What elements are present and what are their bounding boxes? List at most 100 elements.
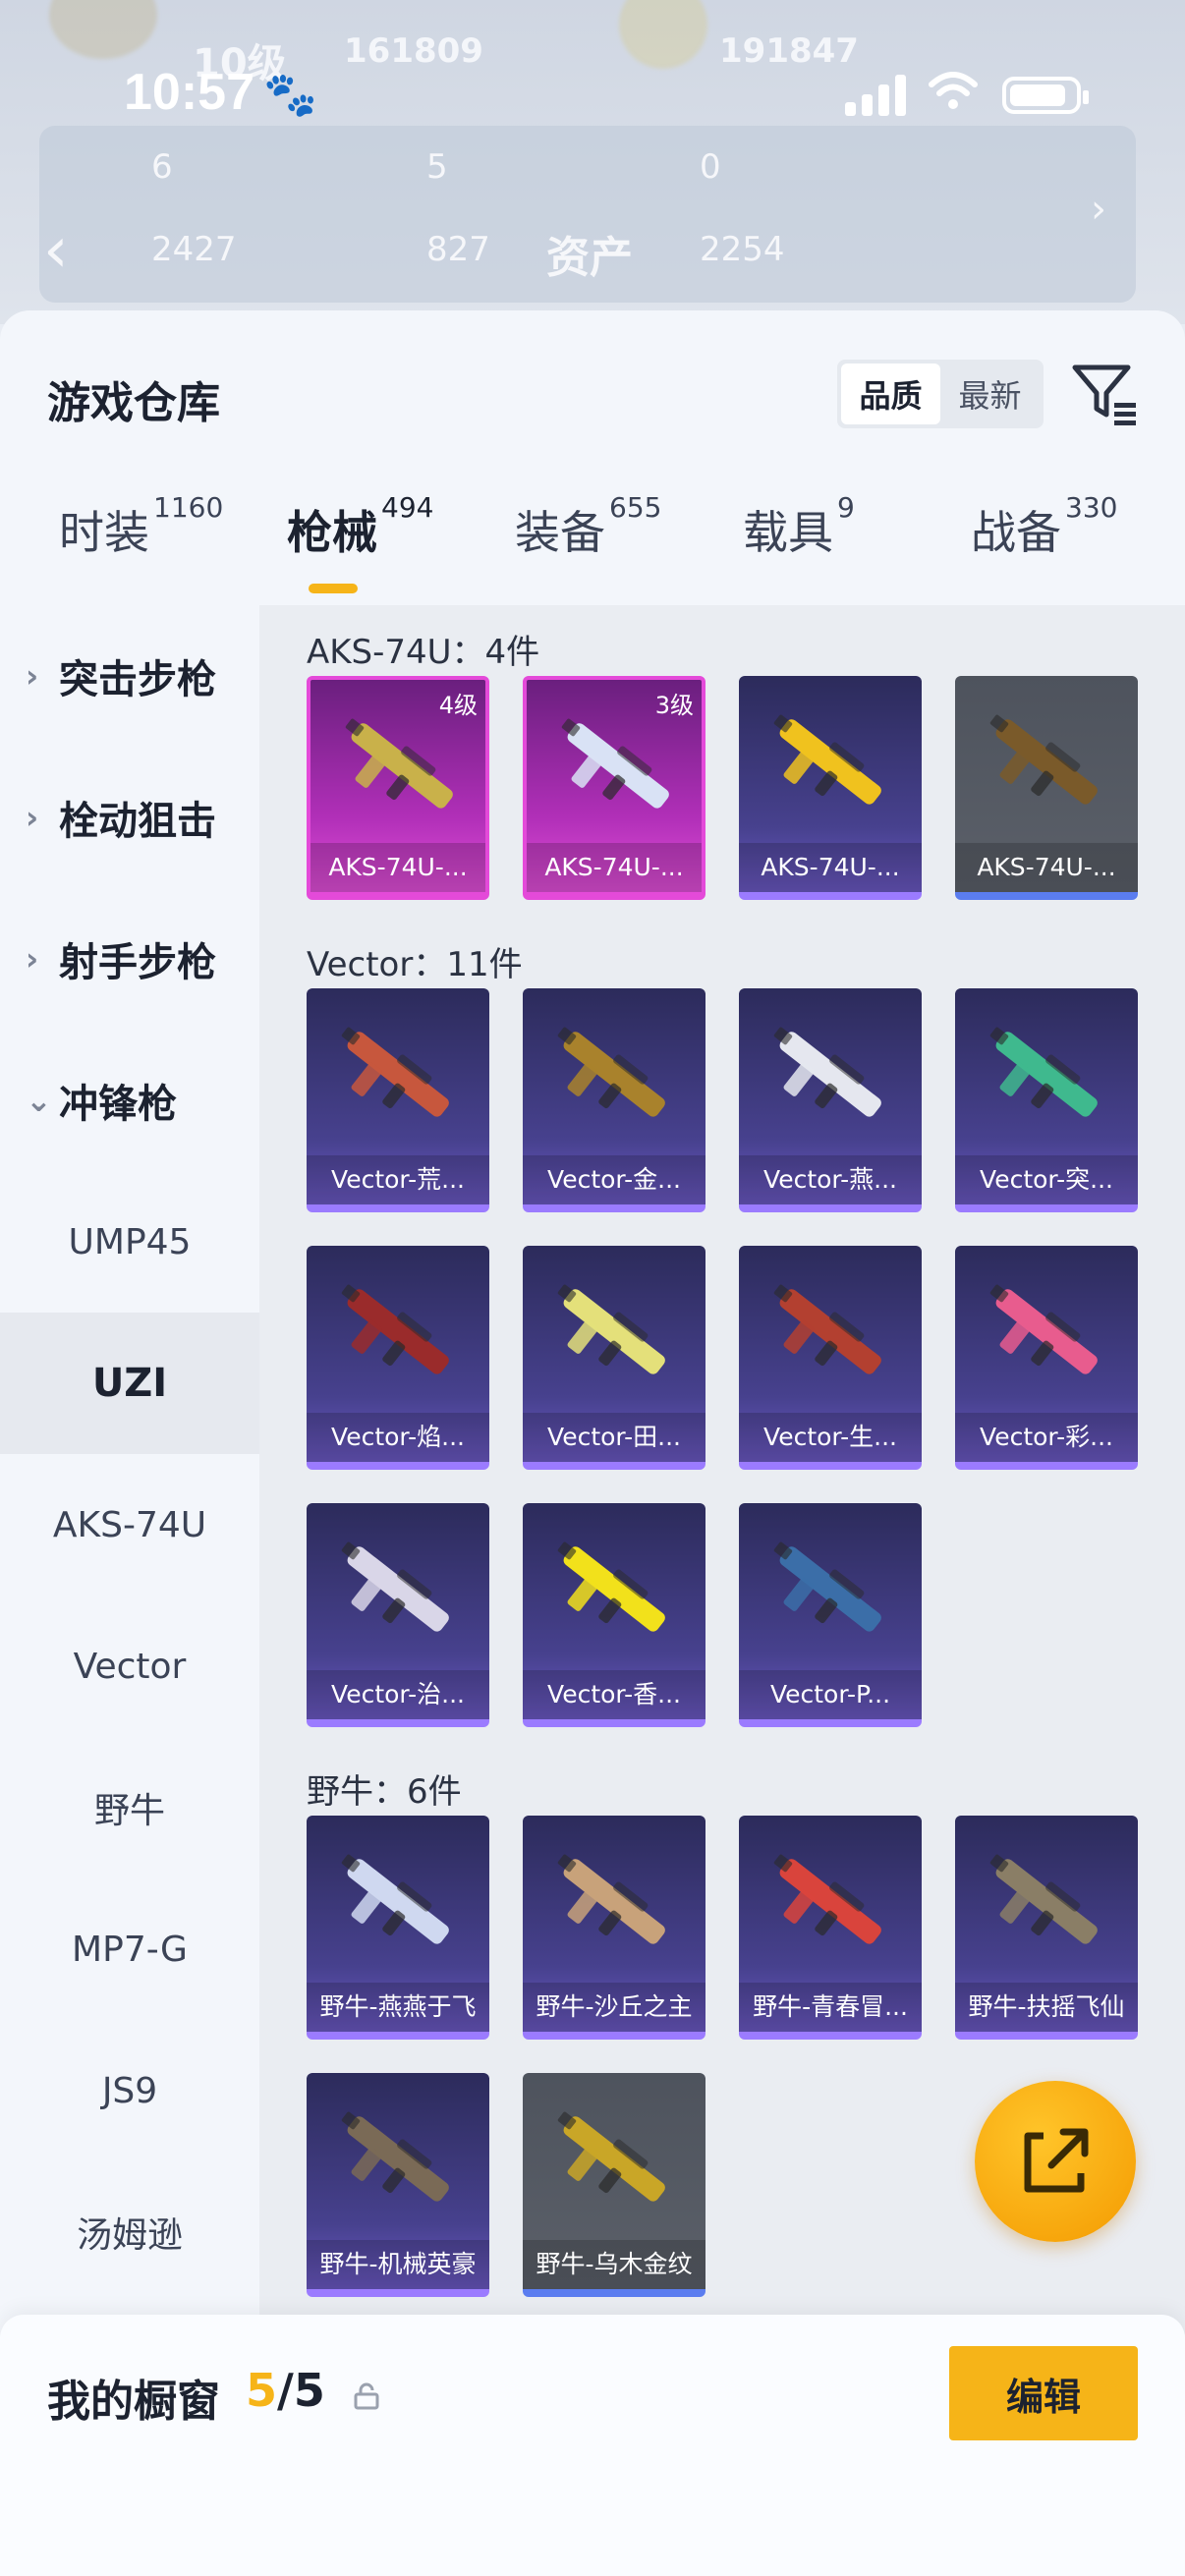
weapon-sidebar: › 突击步枪 › 栓动狙击 › 射手步枪 ⌄ 冲锋枪 UMP45 UZI AKS-74U… (0, 605, 259, 2570)
active-tab-indicator (309, 584, 358, 593)
item-card[interactable]: 野牛-扶摇飞仙 (955, 1816, 1138, 2040)
item-name: AKS-74U-... (739, 843, 922, 892)
weapon-icon (341, 2111, 449, 2202)
sidebar-item-js9[interactable]: JS9 (0, 2020, 259, 2161)
item-name: Vector-焰... (307, 1413, 489, 1462)
item-card[interactable]: Vector-生... (739, 1246, 922, 1470)
edit-button[interactable]: 编辑 (949, 2346, 1138, 2440)
item-card[interactable]: Vector-焰... (307, 1246, 489, 1470)
sidebar-item-uzi[interactable]: UZI (0, 1313, 259, 1454)
share-icon (1024, 2128, 1089, 2193)
filter-icon[interactable] (1071, 360, 1140, 428)
category-tabs: 时装 1160 枪械 494 装备 655 载具 9 战备 330 (0, 491, 1185, 595)
item-name: Vector-生... (739, 1413, 922, 1462)
background-stat: 827 (426, 230, 490, 269)
item-name: Vector-彩... (955, 1413, 1138, 1462)
weapon-icon (341, 1854, 449, 1944)
sidebar-item-ump45[interactable]: UMP45 (0, 1171, 259, 1313)
item-name: AKS-74U-... (527, 843, 702, 892)
background-stat: 2254 (700, 230, 785, 269)
lock-icon (352, 2381, 381, 2415)
item-card[interactable]: Vector-荒... (307, 988, 489, 1212)
item-card[interactable]: Vector-田... (523, 1246, 705, 1470)
item-card[interactable]: Vector-治... (307, 1503, 489, 1727)
sort-option-latest[interactable]: 最新 (940, 364, 1040, 424)
background-stat: 2427 (151, 230, 237, 269)
sheet-header: 游戏仓库 品质 最新 时装 1160 枪械 494 装备 655 载具 9 战备… (0, 310, 1185, 605)
item-name: AKS-74U-... (955, 843, 1138, 892)
tab-equipment[interactable]: 装备 655 (515, 491, 661, 595)
weapon-icon (989, 1854, 1098, 1944)
sidebar-category-label: 突击步枪 (59, 657, 216, 702)
item-name: Vector-金... (523, 1155, 705, 1204)
tab-count: 330 (1065, 491, 1118, 524)
item-name: Vector-突... (955, 1155, 1138, 1204)
signal-icon (845, 73, 908, 116)
group-title-bizon: 野牛：6件 (307, 1772, 462, 1812)
status-time: 10:57 (124, 64, 254, 121)
sort-toggle[interactable]: 品质 最新 (837, 360, 1044, 428)
weapon-icon (557, 1284, 665, 1374)
item-card[interactable]: 4级 AKS-74U-... (307, 676, 489, 900)
back-icon[interactable]: ‹ (43, 214, 69, 287)
tab-count: 1160 (153, 491, 224, 524)
item-name: Vector-荒... (307, 1155, 489, 1204)
item-card[interactable]: Vector-P... (739, 1503, 922, 1727)
sidebar-item-thompson[interactable]: 汤姆逊 (0, 2161, 259, 2303)
weapon-icon (773, 1854, 881, 1944)
weapon-icon (773, 1541, 881, 1632)
showcase-current: 5 (246, 2364, 278, 2417)
weapon-icon (989, 714, 1098, 805)
chevron-right-icon: › (1091, 187, 1106, 232)
item-name: Vector-香... (523, 1670, 705, 1719)
item-card[interactable]: 野牛-青春冒... (739, 1816, 922, 2040)
item-name: 野牛-乌木金纹 (523, 2240, 705, 2289)
wifi-icon (928, 69, 979, 124)
item-card[interactable]: 3级 AKS-74U-... (523, 676, 705, 900)
tab-tactical[interactable]: 战备 330 (971, 491, 1117, 595)
sidebar-category-smg[interactable]: ⌄ 冲锋枪 (0, 1030, 259, 1171)
item-card[interactable]: Vector-突... (955, 988, 1138, 1212)
item-name: Vector-燕... (739, 1155, 922, 1204)
tab-count: 494 (381, 491, 434, 524)
item-card[interactable]: 野牛-机械英豪 (307, 2073, 489, 2297)
sidebar-item-mp7g[interactable]: MP7-G (0, 1878, 259, 2020)
sidebar-category-label: 冲锋枪 (59, 1082, 177, 1127)
chevron-right-icon: › (26, 657, 39, 695)
item-name: AKS-74U-... (310, 843, 485, 892)
item-card[interactable]: AKS-74U-... (955, 676, 1138, 900)
tab-label: 枪械 (287, 506, 377, 559)
weapon-icon (773, 1027, 881, 1117)
tab-vehicles[interactable]: 载具 9 (743, 491, 855, 595)
tab-fashion[interactable]: 时装 1160 (59, 491, 223, 595)
sidebar-item-bizon[interactable]: 野牛 (0, 1737, 259, 1878)
sidebar-item-aks74u[interactable]: AKS-74U (0, 1454, 259, 1596)
tab-count: 655 (609, 491, 662, 524)
item-card[interactable]: Vector-金... (523, 988, 705, 1212)
item-card[interactable]: Vector-燕... (739, 988, 922, 1212)
background-assets-label: 资产 (546, 233, 633, 283)
paw-icon: 🐾 (263, 70, 317, 120)
sidebar-category-bolt-sniper[interactable]: › 栓动狙击 (0, 747, 259, 888)
sidebar-category-assault-rifle[interactable]: › 突击步枪 (0, 605, 259, 747)
status-bar: 10:57 🐾 (0, 0, 1185, 187)
warehouse-sheet: 游戏仓库 品质 最新 时装 1160 枪械 494 装备 655 载具 9 战备… (0, 310, 1185, 2576)
sidebar-category-marksman[interactable]: › 射手步枪 (0, 888, 259, 1030)
weapon-icon (341, 1541, 449, 1632)
showcase-title: 我的橱窗 (47, 2377, 220, 2427)
share-button[interactable] (975, 2081, 1136, 2242)
tab-label: 时装 (59, 506, 149, 559)
sort-option-quality[interactable]: 品质 (841, 364, 940, 424)
battery-icon (1002, 77, 1089, 114)
item-card[interactable]: Vector-香... (523, 1503, 705, 1727)
weapon-icon (557, 1541, 665, 1632)
sidebar-item-vector[interactable]: Vector (0, 1596, 259, 1737)
weapon-icon (773, 1284, 881, 1374)
page-title: 游戏仓库 (47, 378, 220, 428)
item-card[interactable]: AKS-74U-... (739, 676, 922, 900)
item-card[interactable]: 野牛-乌木金纹 (523, 2073, 705, 2297)
item-card[interactable]: 野牛-沙丘之主 (523, 1816, 705, 2040)
tab-firearms[interactable]: 枪械 494 (287, 491, 433, 595)
item-card[interactable]: 野牛-燕燕于飞 (307, 1816, 489, 2040)
item-card[interactable]: Vector-彩... (955, 1246, 1138, 1470)
